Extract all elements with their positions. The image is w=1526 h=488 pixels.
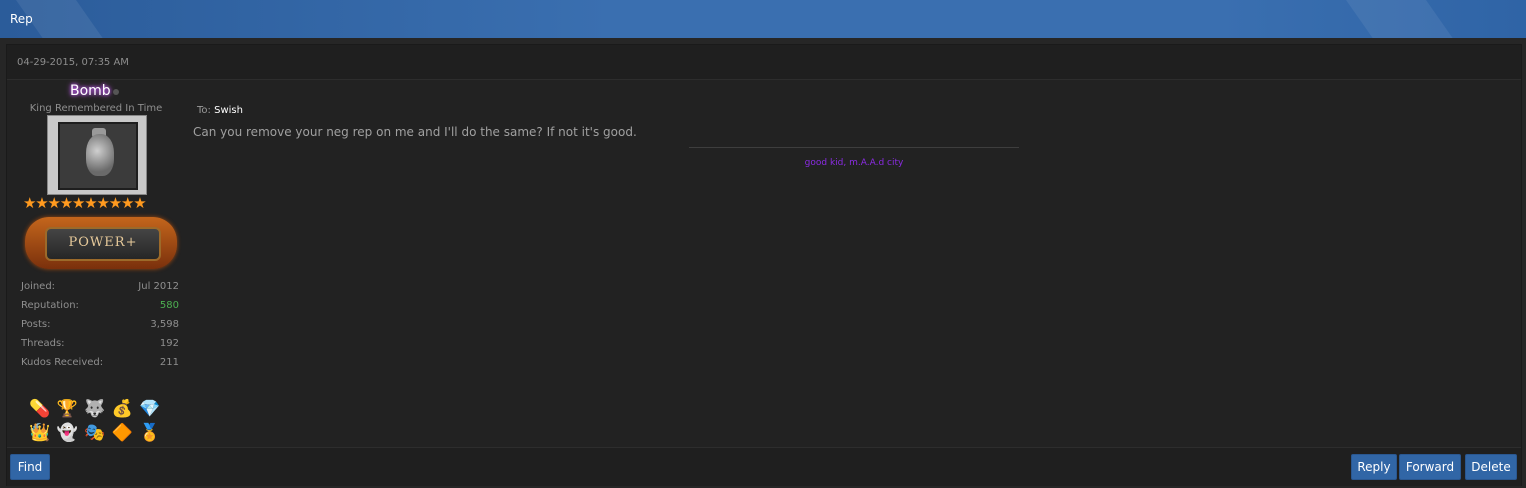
post-footer: Find Reply Forward Delete (7, 447, 1521, 486)
stat-posts: Posts: 3,598 (19, 319, 179, 338)
stat-threads: Threads: 192 (19, 338, 179, 357)
grenade-icon (86, 134, 114, 176)
user-stats: Joined: Jul 2012 Reputation: 580 Posts: … (19, 281, 179, 376)
stat-value: 211 (159, 357, 179, 368)
stat-label: Joined: (21, 281, 56, 292)
recipient-label: To: (197, 105, 211, 116)
stat-label: Posts: (21, 319, 51, 330)
award-row: 👑 👻 🎭 🔶 🏅 (29, 421, 179, 445)
award-icons: 💊 🏆 🐺 💰 💎 🔨 👑 👻 🎭 🔶 🏅 (29, 397, 179, 445)
user-title: King Remembered In Time (29, 103, 163, 114)
pill-award-icon[interactable]: 💊 (29, 397, 51, 421)
money-award-icon[interactable]: 💰 (111, 397, 133, 421)
message-body: Can you remove your neg rep on me and I'… (193, 125, 637, 139)
reply-button[interactable]: Reply (1351, 454, 1397, 480)
post-date: 04-29-2015, 07:35 AM (17, 57, 129, 68)
stat-value: 3,598 (150, 319, 179, 330)
award-row: 💊 🏆 🐺 💰 💎 🔨 (29, 397, 179, 443)
ghost-award-icon[interactable]: 👻 (56, 421, 78, 445)
avatar[interactable] (47, 115, 147, 195)
user-info: Bomb King Remembered In Time ★★★★★★★★★★ … (15, 81, 185, 443)
header-decoration (1338, 0, 1462, 38)
stat-joined: Joined: Jul 2012 (19, 281, 179, 300)
stat-label: Kudos Received: (21, 357, 104, 368)
find-button[interactable]: Find (10, 454, 50, 480)
king-award-icon[interactable]: 👑 (29, 421, 51, 445)
diamond-award-icon[interactable]: 💎 (139, 397, 161, 421)
stat-reputation: Reputation: 580 (19, 300, 179, 319)
stat-kudos: Kudos Received: 211 (19, 357, 179, 376)
recipient-line: To: Swish (197, 105, 243, 116)
page-header: Rep (0, 0, 1526, 38)
post-date-bar: 04-29-2015, 07:35 AM (7, 45, 1521, 80)
stat-label: Reputation: (21, 300, 79, 311)
trophy-award-icon[interactable]: 🏆 (56, 397, 78, 421)
page-title: Rep (10, 12, 33, 26)
offline-status-icon (113, 89, 119, 95)
stat-label: Threads: (21, 338, 65, 349)
signature-divider (689, 147, 1019, 148)
star-rating: ★★★★★★★★★★ (23, 194, 147, 212)
medal-award-icon[interactable]: 🏅 (139, 421, 161, 445)
mask-award-icon[interactable]: 🎭 (84, 421, 106, 445)
recipient-name[interactable]: Swish (214, 105, 243, 116)
rank-badge-plate: POWER+ (45, 227, 161, 261)
stat-value: 580 (159, 300, 179, 311)
rank-badge-label: POWER+ (68, 235, 138, 250)
wolf-award-icon[interactable]: 🐺 (84, 397, 106, 421)
signature: good kid, m.A.A.d city (804, 158, 904, 168)
message-panel: 04-29-2015, 07:35 AM Bomb King Remembere… (6, 44, 1522, 486)
stat-value: Jul 2012 (138, 281, 179, 292)
avatar-plate (58, 122, 138, 190)
stat-value: 192 (159, 338, 179, 349)
forward-button[interactable]: Forward (1399, 454, 1461, 480)
gem-award-icon[interactable]: 🔶 (111, 421, 133, 445)
delete-button[interactable]: Delete (1465, 454, 1517, 480)
username-link[interactable]: Bomb (70, 83, 111, 99)
rank-badge: POWER+ (25, 217, 177, 269)
